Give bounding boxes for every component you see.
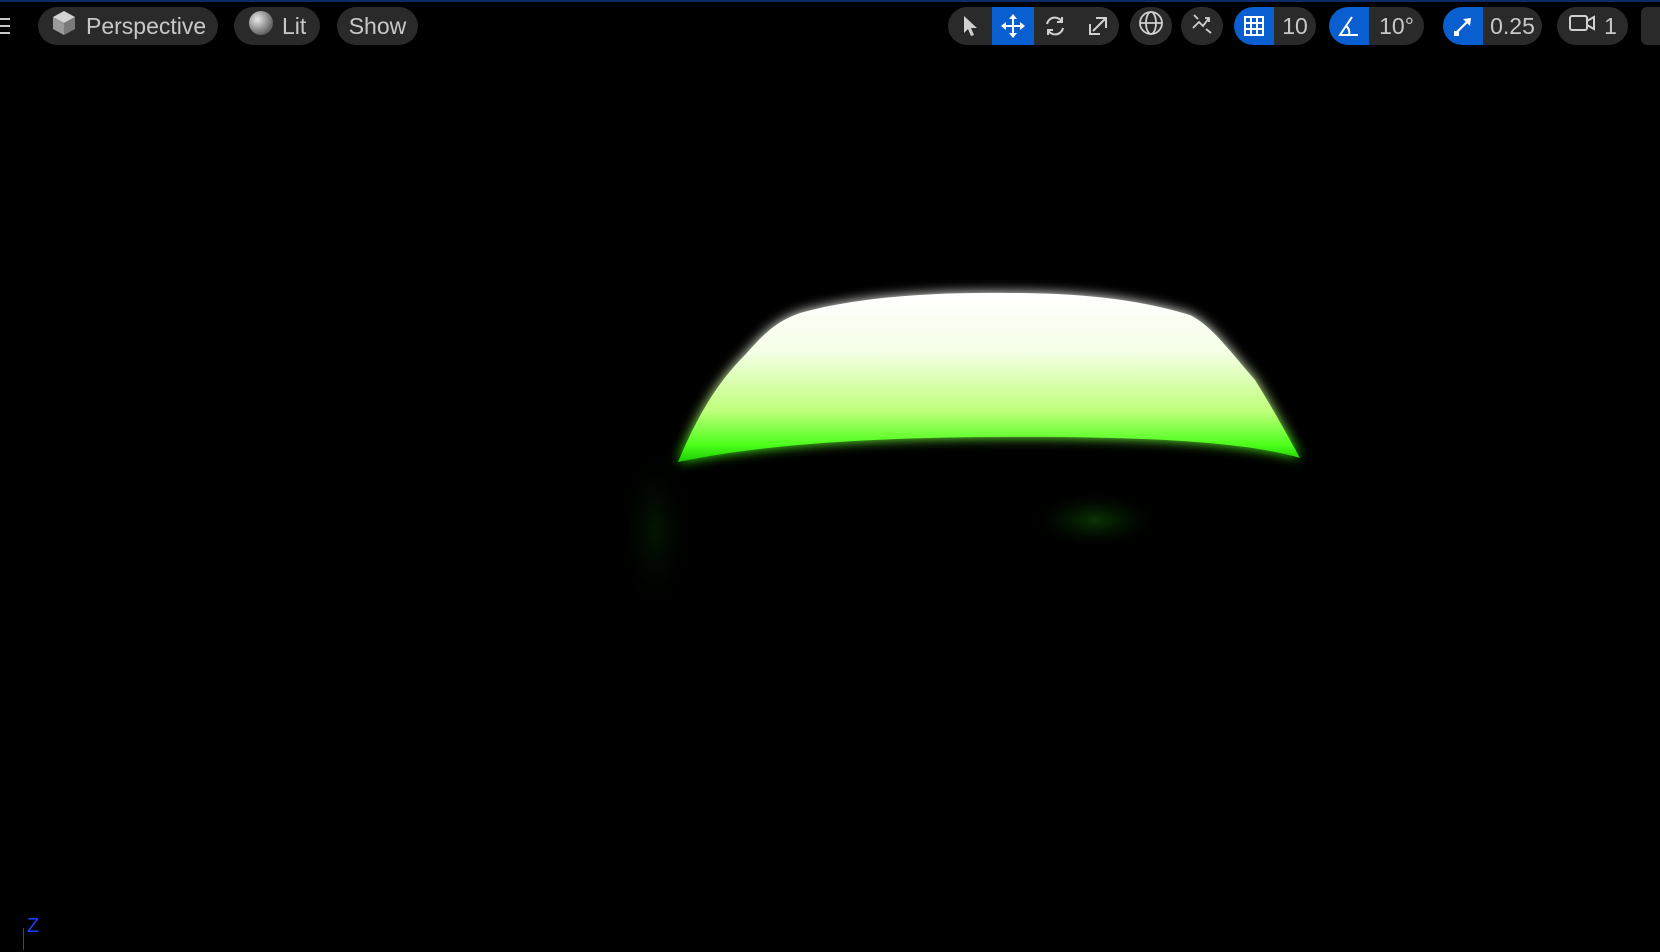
view-mode-label: Perspective <box>86 12 207 39</box>
angle-icon <box>1337 14 1361 38</box>
grid-snap-group: 10 <box>1234 7 1316 45</box>
camera-icon <box>1568 12 1596 40</box>
show-label: Show <box>348 12 407 39</box>
arrow-cursor-icon <box>960 15 980 37</box>
view-mode-button[interactable]: Perspective <box>38 7 218 45</box>
globe-icon <box>1138 10 1164 42</box>
scale-snap-group: 0.25 <box>1443 7 1542 45</box>
rotation-snap-group: 10° <box>1329 7 1424 45</box>
viewport-scene[interactable] <box>0 0 1660 952</box>
translate-tool-button[interactable] <box>992 7 1034 45</box>
axis-indicator-z: Z <box>27 915 40 937</box>
axis-indicator-line <box>23 928 24 950</box>
sphere-icon <box>248 10 274 42</box>
cube-icon <box>50 9 78 43</box>
select-tool-button[interactable] <box>948 7 992 45</box>
dim-reflection-blob <box>1025 488 1165 552</box>
lighting-mode-label: Lit <box>282 12 307 39</box>
glowing-mesh-object <box>678 292 1300 462</box>
grid-snap-value[interactable]: 10 <box>1274 7 1316 45</box>
scale-tool-button[interactable] <box>1076 7 1119 45</box>
show-flags-button[interactable]: Show <box>337 7 418 45</box>
rotation-snap-value[interactable]: 10° <box>1369 7 1424 45</box>
dim-side-glow <box>615 440 695 620</box>
surface-snap-icon <box>1189 10 1215 42</box>
hamburger-menu-icon[interactable] <box>0 16 10 36</box>
camera-speed-value: 1 <box>1604 12 1617 39</box>
scale-icon <box>1087 15 1109 37</box>
viewport-options-button[interactable] <box>1641 7 1660 45</box>
coordinate-space-button[interactable] <box>1130 7 1172 45</box>
move-arrows-icon <box>1000 13 1026 39</box>
rotation-snap-toggle[interactable] <box>1329 7 1369 45</box>
transform-tools-group <box>948 7 1119 45</box>
grid-icon <box>1242 14 1266 38</box>
scale-snap-value[interactable]: 0.25 <box>1483 7 1542 45</box>
level-viewport[interactable]: Perspective Lit Show 10 10° 0.25 1 Z <box>0 0 1660 952</box>
rotate-tool-button[interactable] <box>1034 7 1076 45</box>
grid-snap-toggle[interactable] <box>1234 7 1274 45</box>
surface-snapping-button[interactable] <box>1181 7 1223 45</box>
rotate-icon <box>1043 14 1067 38</box>
lighting-mode-button[interactable]: Lit <box>234 7 320 45</box>
scale-arrow-icon <box>1452 15 1474 37</box>
camera-speed-button[interactable]: 1 <box>1557 7 1628 45</box>
scale-snap-toggle[interactable] <box>1443 7 1483 45</box>
